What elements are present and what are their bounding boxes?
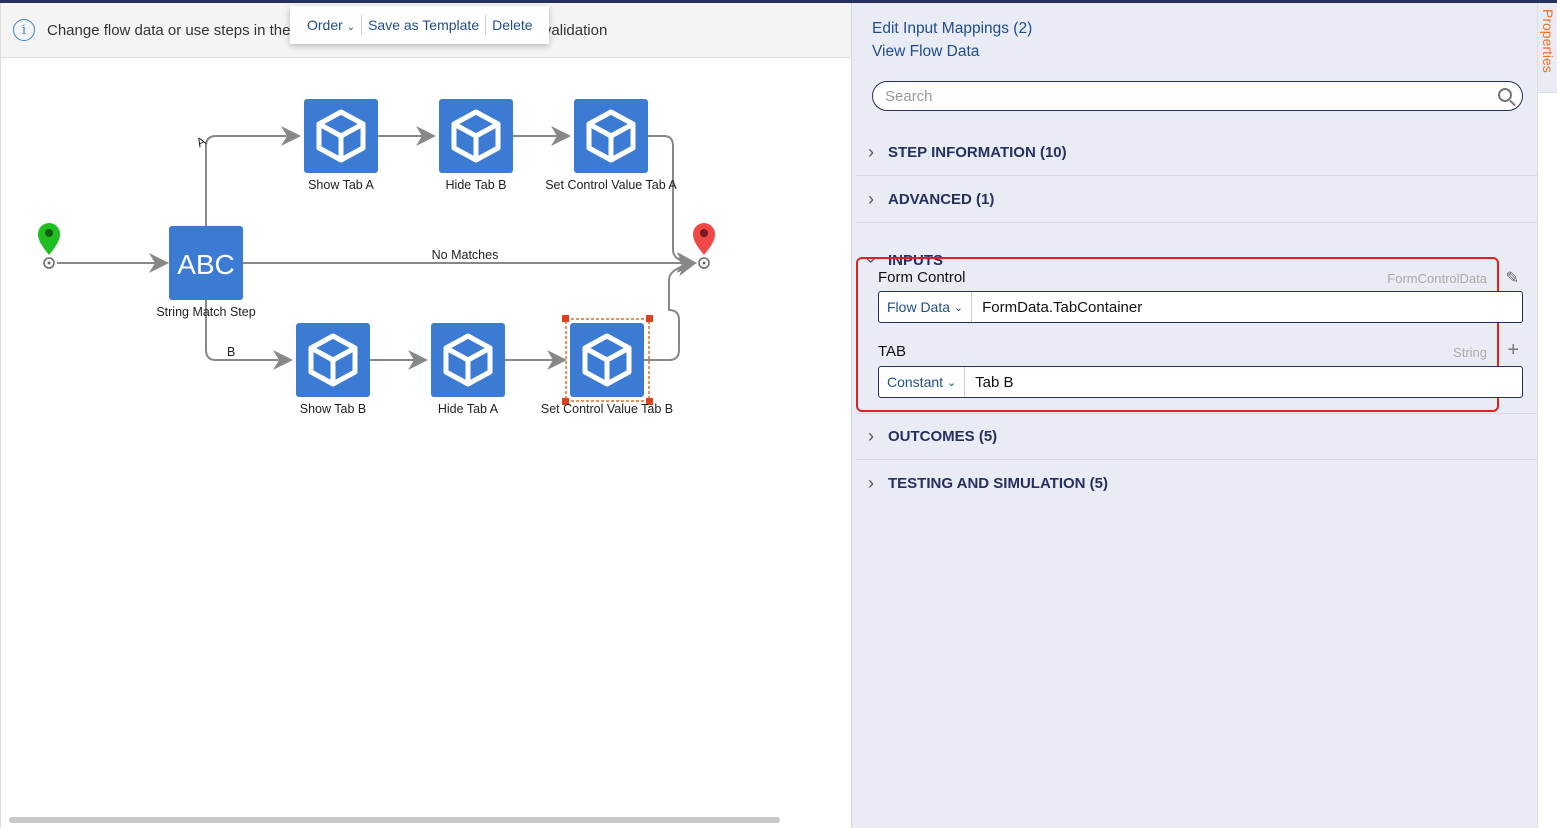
svg-text:Hide Tab A: Hide Tab A	[438, 402, 499, 416]
order-button[interactable]: Order ⌄	[301, 17, 361, 33]
tab-field[interactable]: Constant ⌄ Tab B	[878, 366, 1523, 398]
connector	[644, 256, 697, 361]
tab-type: String	[1453, 345, 1487, 360]
order-label: Order	[307, 17, 343, 33]
properties-tab-label: Properties	[1540, 9, 1556, 73]
string-match-step: ABC String Match Step	[156, 226, 256, 319]
edit-input-mappings-link[interactable]: Edit Input Mappings (2)	[872, 20, 1032, 38]
search-icon[interactable]	[1498, 88, 1512, 102]
section-testing[interactable]: › TESTING AND SIMULATION (5)	[856, 460, 1538, 507]
section-title: ADVANCED (1)	[888, 190, 995, 208]
svg-text:Set Control Value Tab B: Set Control Value Tab B	[541, 402, 673, 416]
form-control-value[interactable]: FormData.TabContainer	[972, 299, 1142, 316]
search-placeholder: Search	[885, 88, 933, 105]
section-advanced[interactable]: › ADVANCED (1)	[856, 176, 1538, 223]
plus-icon[interactable]: +	[1507, 339, 1519, 362]
save-as-template-button[interactable]: Save as Template	[362, 17, 485, 33]
chevron-down-icon: ⌄	[946, 376, 957, 389]
flow-data-dropdown[interactable]: Flow Data ⌄	[879, 292, 973, 322]
step-show-tab-a: Show Tab A	[304, 99, 378, 192]
connector	[648, 135, 697, 273]
flow-diagram: ABC String Match Step A B No Matches Sho…	[38, 99, 715, 416]
section-title: OUTCOMES (5)	[888, 428, 998, 445]
horizontal-scrollbar[interactable]	[9, 817, 780, 823]
chevron-down-icon: ⌄	[953, 301, 964, 314]
section-outcomes[interactable]: › OUTCOMES (5)	[856, 413, 1538, 460]
chevron-right-icon: ›	[868, 141, 874, 162]
tab-value[interactable]: Tab B	[965, 374, 1013, 391]
svg-text:B: B	[227, 345, 235, 359]
svg-text:Show Tab A: Show Tab A	[308, 178, 374, 192]
chevron-right-icon: ›	[868, 473, 874, 493]
section-step-information[interactable]: › STEP INFORMATION (10)	[856, 129, 1538, 176]
svg-text:Set Control Value Tab A: Set Control Value Tab A	[545, 178, 677, 192]
end-pin-icon	[693, 223, 715, 269]
properties-panel: Edit Input Mappings (2) View Flow Data S…	[851, 3, 1538, 828]
svg-text:No Matches: No Matches	[432, 248, 499, 262]
context-menu: Order ⌄ Save as Template Delete	[290, 6, 549, 44]
chevron-right-icon: ›	[868, 188, 874, 209]
svg-text:Show Tab B: Show Tab B	[300, 402, 366, 416]
svg-text:String Match Step: String Match Step	[156, 305, 255, 319]
pencil-icon[interactable]: ✎	[1506, 268, 1519, 288]
properties-tab[interactable]: Properties	[1538, 3, 1557, 93]
form-control-type: FormControlData	[1387, 271, 1487, 286]
section-title: TESTING AND SIMULATION (5)	[888, 475, 1108, 492]
step-hide-tab-b: Hide Tab B	[439, 99, 513, 192]
tab-label: TAB	[878, 343, 907, 360]
view-flow-data-link[interactable]: View Flow Data	[872, 43, 979, 61]
step-set-control-value-tab-a: Set Control Value Tab A	[545, 99, 677, 192]
connector	[205, 126, 301, 226]
step-show-tab-b: Show Tab B	[296, 323, 370, 416]
chevron-right-icon: ›	[868, 426, 874, 446]
search-input[interactable]: Search	[872, 81, 1523, 111]
form-control-field[interactable]: Flow Data ⌄ FormData.TabContainer	[878, 291, 1523, 323]
svg-text:ABC: ABC	[177, 249, 235, 280]
svg-text:Hide Tab B: Hide Tab B	[446, 178, 507, 192]
start-pin-icon	[38, 223, 60, 269]
chevron-down-icon: ⌄	[346, 22, 356, 33]
step-set-control-value-tab-b: Set Control Value Tab B	[541, 315, 673, 416]
side-tabs: Properties	[1537, 3, 1557, 828]
delete-button[interactable]: Delete	[486, 17, 538, 33]
flow-canvas[interactable]: i Change flow data or use steps in the f…	[0, 3, 851, 828]
section-title: STEP INFORMATION (10)	[888, 143, 1067, 161]
form-control-label: Form Control	[878, 269, 966, 286]
constant-dropdown[interactable]: Constant ⌄	[879, 367, 966, 397]
step-hide-tab-a: Hide Tab A	[431, 323, 505, 416]
